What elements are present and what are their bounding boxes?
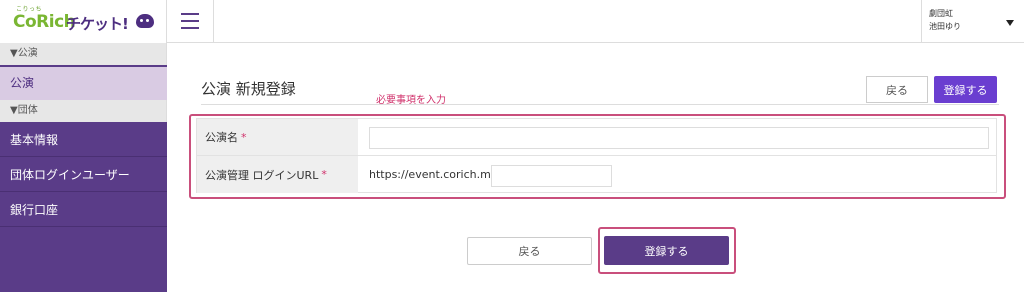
required-mark: * (321, 168, 327, 181)
login-url-input[interactable] (491, 165, 612, 187)
logo-cloud-icon (136, 14, 154, 28)
logo[interactable]: こりっち CoRich チケット! (0, 0, 167, 43)
sidebar-item-performance[interactable]: 公演 (0, 67, 167, 100)
form-label-name: 公演名 * (197, 119, 358, 155)
user-org-name: 劇団虹 (929, 9, 953, 18)
required-mark: * (241, 130, 247, 144)
menu-icon[interactable] (167, 0, 214, 43)
sidebar-section-performance: ▼公演 (0, 43, 167, 65)
sidebar-item-basic-info[interactable]: 基本情報 (0, 123, 167, 157)
sidebar-item-group-login-users[interactable]: 団体ログインユーザー (0, 158, 167, 192)
register-button-top[interactable]: 登録する (934, 76, 997, 103)
logo-suffix: チケット! (66, 15, 129, 33)
sidebar-item-bank-account[interactable]: 銀行口座 (0, 193, 167, 227)
name-label-text: 公演名 (205, 131, 238, 144)
form-row-url: 公演管理 ログインURL * https://event.corich.me/ (197, 156, 996, 193)
url-label-text: 公演管理 ログインURL (205, 168, 319, 182)
sidebar-section-group: ▼団体 (0, 100, 167, 122)
sidebar: こりっち CoRich チケット! ▼公演 公演 ▼団体 基本情報 団体ログイン… (0, 0, 167, 292)
top-bar: 劇団虹 池田ゆり (167, 0, 1024, 43)
form-row-name: 公演名 * (197, 119, 996, 156)
registration-form: 公演名 * 公演管理 ログインURL * https://event.coric… (196, 118, 997, 193)
performance-name-input[interactable] (369, 127, 989, 149)
register-button-bottom[interactable]: 登録する (604, 236, 729, 265)
user-name: 池田ゆり (929, 22, 961, 31)
chevron-down-icon[interactable] (1006, 20, 1014, 26)
back-button-top[interactable]: 戻る (866, 76, 928, 103)
page-title: 公演 新規登録 (201, 80, 296, 98)
back-button-bottom[interactable]: 戻る (467, 237, 592, 265)
form-label-url: 公演管理 ログインURL * (197, 156, 358, 193)
title-divider (201, 104, 999, 105)
user-menu[interactable]: 劇団虹 池田ゆり (921, 0, 1024, 43)
url-prefix: https://event.corich.me/ (369, 168, 502, 181)
